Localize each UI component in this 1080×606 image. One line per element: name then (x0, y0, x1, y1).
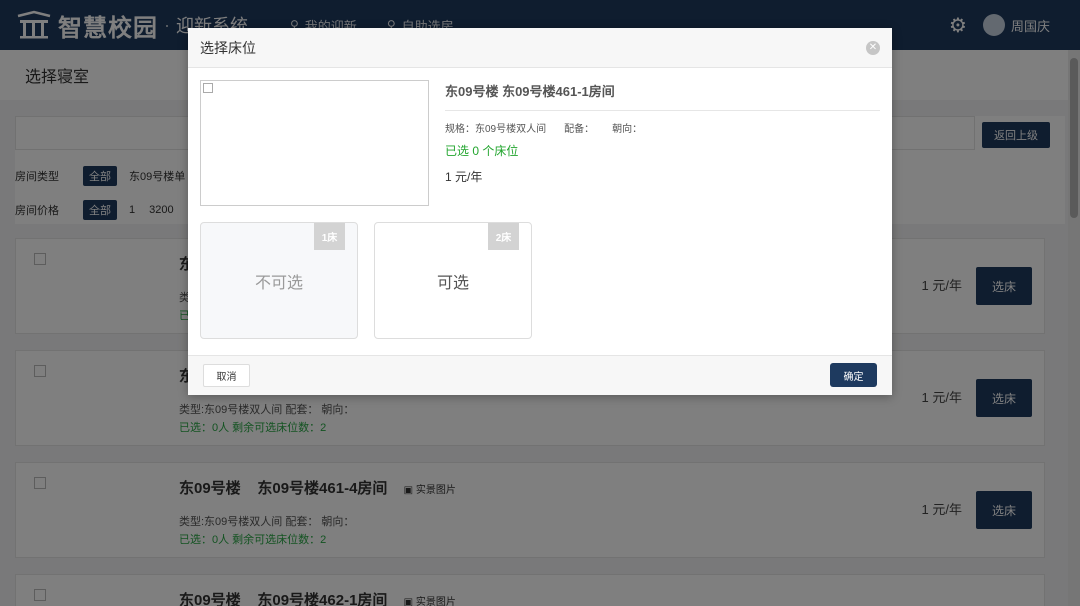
broken-image-icon (203, 83, 213, 93)
select-bed-dialog: 选择床位 ✕ 东09号楼 东09号楼461-1房间 规格：东09号楼双人间 配备… (188, 28, 892, 395)
selected-count: 已选 0 个床位 (445, 144, 519, 158)
room-name: 东09号楼 东09号楼461-1房间 (445, 84, 615, 99)
close-icon[interactable]: ✕ (866, 40, 880, 55)
spec-orientation: 朝向： (612, 124, 643, 135)
bed-option-2[interactable]: 2床 可选 (374, 222, 532, 339)
dialog-footer: 取消 确定 (188, 355, 892, 395)
room-photo (200, 80, 429, 206)
cancel-button[interactable]: 取消 (203, 364, 250, 387)
dialog-header: 选择床位 ✕ (188, 28, 892, 68)
bed-status: 可选 (436, 274, 469, 292)
dialog-title: 选择床位 (200, 39, 256, 56)
confirm-button[interactable]: 确定 (830, 363, 877, 387)
divider (445, 110, 880, 111)
bed-number-badge: 2床 (488, 223, 519, 250)
spec-facility: 配备： (564, 124, 595, 135)
bed-number-badge: 1床 (314, 223, 345, 250)
bed-option-1[interactable]: 1床 不可选 (200, 222, 358, 339)
bed-status: 不可选 (254, 274, 303, 292)
room-spec: 规格：东09号楼双人间 配备： 朝向： (445, 120, 660, 135)
spec-type: 规格：东09号楼双人间 (445, 124, 547, 135)
room-price: 1 元/年 (445, 170, 483, 184)
